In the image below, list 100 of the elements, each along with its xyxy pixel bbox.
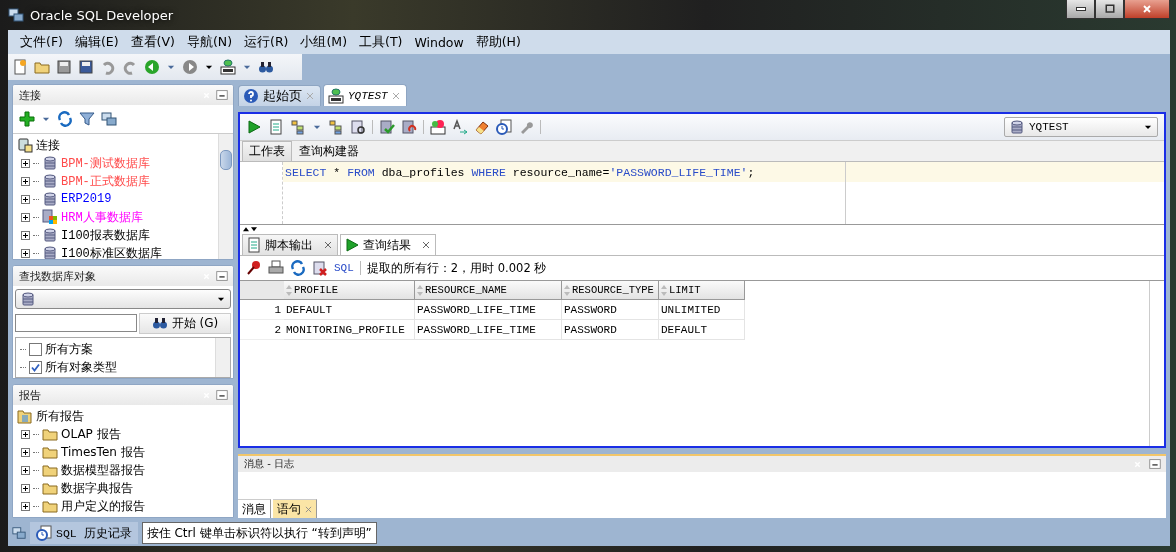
folder-icon: [42, 426, 58, 442]
save-button[interactable]: [56, 59, 72, 75]
column-header[interactable]: RESOURCE_NAME: [415, 281, 562, 300]
menu-item[interactable]: 小组(M): [294, 33, 354, 51]
database-icon[interactable]: [42, 191, 58, 207]
search-field[interactable]: [15, 314, 137, 332]
tune-button[interactable]: [350, 119, 366, 135]
text-case-button[interactable]: [452, 119, 468, 135]
expand-toggle[interactable]: [21, 158, 30, 168]
close-icon[interactable]: [422, 241, 430, 249]
expand-toggle[interactable]: [21, 230, 30, 240]
database-icon[interactable]: [42, 227, 58, 243]
database-icon[interactable]: [42, 245, 58, 259]
menu-item[interactable]: 查看(V): [124, 33, 181, 51]
undo-button[interactable]: [100, 59, 116, 75]
checkbox[interactable]: [29, 360, 42, 374]
tree-item[interactable]: I100报表数据库: [61, 226, 150, 244]
checkbox[interactable]: [29, 342, 42, 356]
expand-toggle[interactable]: [21, 248, 30, 258]
expand-toggle[interactable]: [21, 465, 30, 475]
run-button[interactable]: [246, 119, 262, 135]
expand-toggle[interactable]: [21, 447, 30, 457]
close-button[interactable]: [1124, 0, 1170, 19]
database-icon[interactable]: [42, 155, 58, 171]
tree-item[interactable]: 连接: [36, 136, 60, 154]
filter-button[interactable]: [79, 111, 95, 127]
forward-button[interactable]: [182, 59, 198, 75]
tree-item[interactable]: 用户定义的报告: [61, 497, 145, 515]
database-icon[interactable]: [20, 291, 36, 307]
menu-item[interactable]: 文件(F): [14, 33, 69, 51]
column-header[interactable]: RESOURCE_TYPE: [562, 281, 659, 300]
history-tab[interactable]: SQL 历史记录: [30, 522, 138, 544]
sql-link[interactable]: SQL: [334, 262, 354, 274]
splitter-icon[interactable]: [242, 226, 258, 232]
expand-toggle[interactable]: [21, 212, 30, 222]
expand-toggle[interactable]: [21, 429, 30, 439]
close-icon[interactable]: [324, 241, 332, 249]
redo-button[interactable]: [122, 59, 138, 75]
play-icon: [344, 237, 360, 253]
tree-item[interactable]: 数据字典报告: [61, 479, 133, 497]
commit-button[interactable]: [379, 119, 395, 135]
log-tab[interactable]: 消息: [238, 499, 271, 518]
panel-title: 连接: [19, 87, 42, 103]
windows-button[interactable]: [101, 111, 117, 127]
pin-button[interactable]: [246, 260, 262, 276]
menu-item[interactable]: Window: [408, 34, 470, 50]
menu-item[interactable]: 工具(T): [353, 33, 409, 51]
tree-item[interactable]: I100标准区数据库: [61, 244, 162, 259]
eraser-button[interactable]: [474, 119, 490, 135]
rollback-button[interactable]: [401, 119, 417, 135]
table-cell: PASSWORD: [562, 320, 659, 340]
folder-icon: [42, 462, 58, 478]
database-icon[interactable]: [42, 209, 58, 225]
result-tab[interactable]: 查询结果: [340, 234, 436, 255]
menu-item[interactable]: 运行(R): [238, 33, 295, 51]
worksheet-tab[interactable]: 工作表: [242, 141, 292, 161]
minimize-button[interactable]: [1066, 0, 1095, 19]
expand-toggle[interactable]: [21, 483, 30, 493]
sql-worksheet-button[interactable]: [220, 59, 236, 75]
tree-item[interactable]: 所有报告: [36, 407, 84, 425]
connection-dropdown[interactable]: YQTEST: [1004, 117, 1158, 137]
column-header[interactable]: PROFILE: [284, 281, 415, 300]
back-button[interactable]: [144, 59, 160, 75]
database-icon[interactable]: [42, 173, 58, 189]
worksheet-tab[interactable]: 查询构建器: [292, 141, 366, 161]
scrollbar[interactable]: [215, 338, 230, 377]
editor-tab[interactable]: 起始页: [238, 85, 321, 106]
autotrace-button[interactable]: [290, 119, 306, 135]
result-tab[interactable]: 脚本输出: [242, 234, 338, 255]
refresh-button[interactable]: [290, 260, 306, 276]
tree-item[interactable]: TimesTen 报告: [61, 443, 145, 461]
expand-toggle[interactable]: [21, 501, 30, 511]
clock-icon: [36, 525, 52, 541]
add-button[interactable]: [19, 111, 35, 127]
print-button[interactable]: [268, 260, 284, 276]
tree-item[interactable]: OLAP 报告: [61, 425, 121, 443]
scrollbar[interactable]: [218, 134, 233, 259]
history-button[interactable]: [496, 119, 512, 135]
menu-item[interactable]: 帮助(H): [469, 33, 527, 51]
tree-item[interactable]: 数据模型器报告: [61, 461, 145, 479]
new-file-button[interactable]: [12, 59, 28, 75]
maximize-button[interactable]: [1095, 0, 1124, 19]
binoculars-button[interactable]: [258, 59, 274, 75]
menu-item[interactable]: 导航(N): [180, 33, 239, 51]
clear-button[interactable]: [312, 260, 328, 276]
open-folder-button[interactable]: [34, 59, 50, 75]
database-icon[interactable]: [1009, 119, 1025, 135]
save-all-button[interactable]: [78, 59, 94, 75]
editor-tab[interactable]: YQTEST: [323, 84, 407, 106]
column-header[interactable]: LIMIT: [659, 281, 745, 300]
run-script-button[interactable]: [268, 119, 284, 135]
refresh-button[interactable]: [57, 111, 73, 127]
go-button[interactable]: 开始 (G): [139, 312, 231, 334]
log-tab[interactable]: 语句: [273, 499, 317, 518]
expand-toggle[interactable]: [21, 176, 30, 186]
expand-toggle[interactable]: [21, 194, 30, 204]
menu-item[interactable]: 编辑(E): [68, 33, 125, 51]
explain-button[interactable]: [328, 119, 344, 135]
tree-item[interactable]: ERP2019: [61, 192, 112, 206]
sql-button[interactable]: [430, 119, 446, 135]
